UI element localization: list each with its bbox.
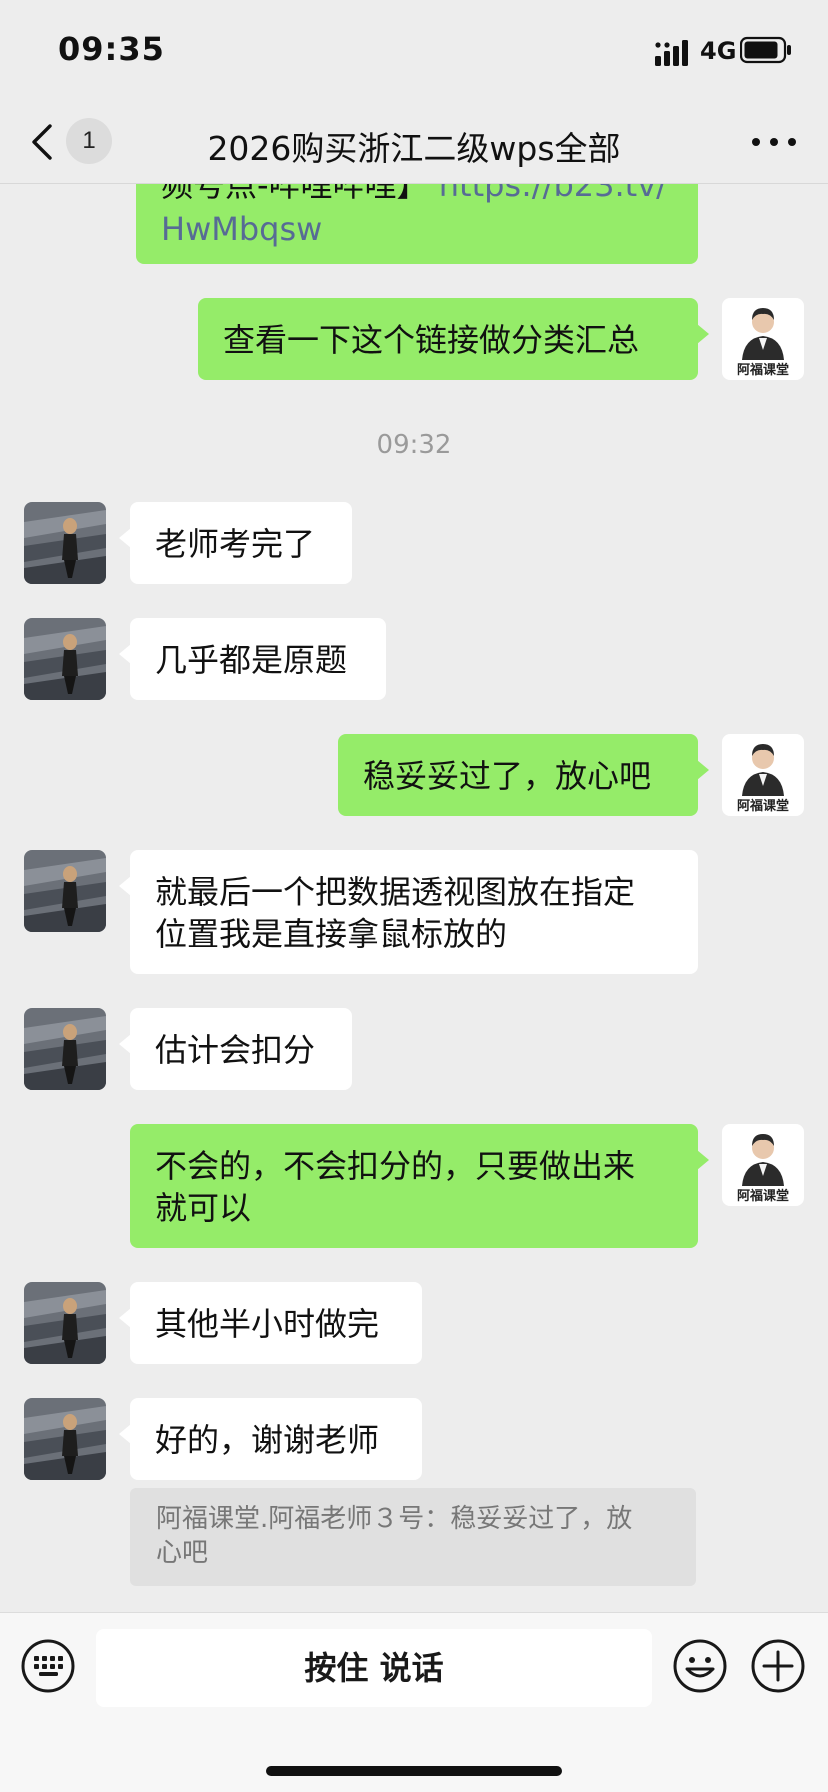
teacher-avatar[interactable]: 阿福课堂 xyxy=(722,298,804,380)
more-functions-button[interactable] xyxy=(750,1638,806,1694)
chat-header: 1 2026购买浙江二级wps全部 xyxy=(0,100,828,184)
message-bubble-outgoing[interactable]: 稳妥妥过了，放心吧 xyxy=(338,734,709,816)
chevron-left-icon xyxy=(32,124,52,160)
student-avatar[interactable] xyxy=(24,1008,106,1090)
signal-strength-icon xyxy=(655,40,688,66)
message-text: 估计会扣分 xyxy=(155,1031,316,1069)
student-avatar[interactable] xyxy=(24,618,106,700)
smiley-icon xyxy=(673,1639,727,1693)
keyboard-toggle-button[interactable] xyxy=(20,1638,76,1694)
teacher-avatar-label: 阿福课堂 xyxy=(737,1188,789,1204)
student-avatar[interactable] xyxy=(24,850,106,932)
message-text: 其他半小时做完 xyxy=(155,1305,380,1343)
message-text: 几乎都是原题 xyxy=(155,641,348,679)
status-time: 09:35 xyxy=(58,30,165,68)
quoted-message-text: 心吧 xyxy=(156,1538,209,1568)
message-timestamp: 09:32 xyxy=(376,430,452,460)
emoji-button[interactable] xyxy=(672,1638,728,1694)
message-text: 就可以 xyxy=(155,1189,252,1227)
message-bubble-incoming[interactable]: 好的，谢谢老师 xyxy=(119,1398,422,1480)
message-bubble-incoming[interactable]: 老师考完了 xyxy=(119,502,352,584)
message-bubble-outgoing[interactable]: 不会的，不会扣分的，只要做出来 就可以 xyxy=(130,1124,709,1248)
teacher-avatar[interactable]: 阿福课堂 xyxy=(722,1124,804,1206)
network-type-label: 4G xyxy=(700,37,737,65)
student-avatar[interactable] xyxy=(24,502,106,584)
message-bubble-incoming[interactable]: 就最后一个把数据透视图放在指定 位置我是直接拿鼠标放的 xyxy=(119,850,698,974)
message-text: 查看一下这个链接做分类汇总 xyxy=(223,321,640,359)
status-bar: 09:35 4G xyxy=(0,0,828,100)
more-options-button[interactable] xyxy=(746,120,802,164)
keyboard-icon xyxy=(21,1639,75,1693)
quoted-message-text: 阿福课堂.阿福老师３号：稳妥妥过了，放 xyxy=(156,1504,633,1534)
message-text: 老师考完了 xyxy=(155,525,316,563)
message-text: 稳妥妥过了，放心吧 xyxy=(363,757,652,795)
message-text: 就最后一个把数据透视图放在指定 xyxy=(155,873,636,911)
chat-title: 2026购买浙江二级wps全部 xyxy=(207,129,621,168)
teacher-avatar-label: 阿福课堂 xyxy=(737,798,789,814)
hold-to-talk-button[interactable]: 按住 说话 xyxy=(96,1629,652,1707)
message-bubble-incoming[interactable]: 几乎都是原题 xyxy=(119,618,386,700)
quoted-message[interactable]: 阿福课堂.阿福老师３号：稳妥妥过了，放 心吧 xyxy=(130,1488,696,1586)
message-text: 位置我是直接拿鼠标放的 xyxy=(155,915,508,953)
plus-icon xyxy=(751,1639,805,1693)
unread-count-badge: 1 xyxy=(66,118,112,164)
message-bubble-incoming[interactable]: 估计会扣分 xyxy=(119,1008,352,1090)
back-button[interactable]: 1 xyxy=(28,118,116,166)
message-bubble-outgoing[interactable]: 查看一下这个链接做分类汇总 xyxy=(198,298,709,380)
input-bar: 按住 说话 xyxy=(0,1612,828,1792)
message-link[interactable]: HwMbqsw xyxy=(161,206,322,252)
chat-history[interactable]: 频号点-哔哩哔哩】 https://b23.tv/ HwMbqsw 查看一下这个… xyxy=(0,0,828,1612)
teacher-avatar-label: 阿福课堂 xyxy=(737,362,789,378)
teacher-avatar[interactable]: 阿福课堂 xyxy=(722,734,804,816)
student-avatar[interactable] xyxy=(24,1398,106,1480)
home-indicator[interactable] xyxy=(266,1766,562,1776)
more-dots-icon xyxy=(752,138,796,146)
message-text: 好的，谢谢老师 xyxy=(155,1421,380,1459)
message-bubble-incoming[interactable]: 其他半小时做完 xyxy=(119,1282,422,1364)
battery-icon xyxy=(740,36,791,64)
message-text: 不会的，不会扣分的，只要做出来 xyxy=(155,1147,636,1185)
student-avatar[interactable] xyxy=(24,1282,106,1364)
